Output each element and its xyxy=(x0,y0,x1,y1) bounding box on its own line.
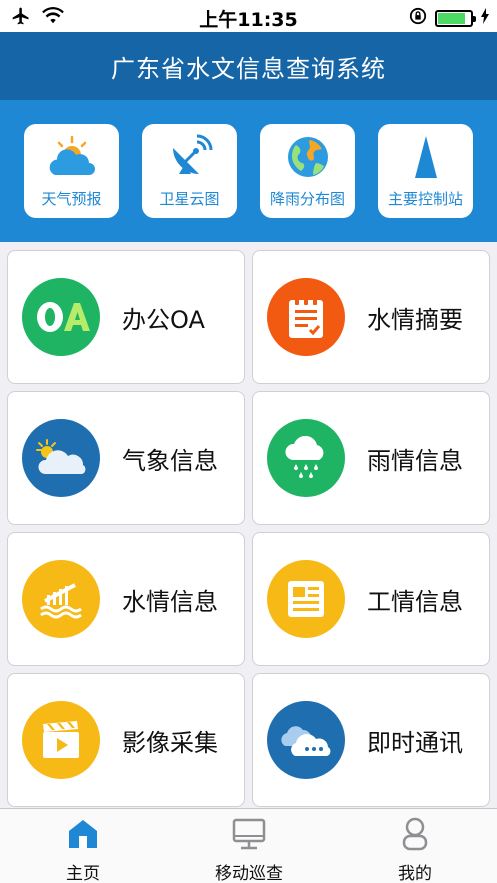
tile-water-summary[interactable]: 水情摘要 xyxy=(252,250,490,384)
page-title: 广东省水文信息查询系统 xyxy=(111,54,386,83)
tile-weather-info[interactable]: 气象信息 xyxy=(7,391,245,525)
video-clapper-icon xyxy=(22,701,100,779)
tile-label: 雨情信息 xyxy=(367,446,463,475)
quick-links-bar: 天气预报 卫星云图 降雨分布图 主要控制站 xyxy=(0,100,497,242)
tab-label: 主页 xyxy=(66,864,100,883)
triangle-marker-icon xyxy=(401,132,451,182)
tab-bar: 主页 移动巡查 我的 xyxy=(0,808,497,883)
quick-link-weather[interactable]: 天气预报 xyxy=(24,124,119,218)
oa-icon xyxy=(22,278,100,356)
quick-link-label: 主要控制站 xyxy=(387,190,463,208)
tile-label: 水情信息 xyxy=(122,587,218,616)
tile-label: 工情信息 xyxy=(367,587,463,616)
weather-sun-cloud-icon xyxy=(47,132,97,182)
quick-link-satellite[interactable]: 卫星云图 xyxy=(142,124,237,218)
tile-label: 即时通讯 xyxy=(367,728,463,757)
user-icon xyxy=(397,817,433,851)
tile-rain-info[interactable]: 雨情信息 xyxy=(252,391,490,525)
clipboard-icon xyxy=(267,278,345,356)
tile-work-info[interactable]: 工情信息 xyxy=(252,532,490,666)
tab-home[interactable]: 主页 xyxy=(0,809,166,883)
tile-label: 影像采集 xyxy=(122,728,218,757)
quick-link-control-stations[interactable]: 主要控制站 xyxy=(378,124,473,218)
function-grid: 办公OA 水情摘要 气象信息 雨情信息 水情信息 工情信息 影像采集 即时通讯 xyxy=(0,242,497,808)
rain-cloud-icon xyxy=(267,419,345,497)
tab-label: 移动巡查 xyxy=(215,864,283,883)
quick-link-label: 天气预报 xyxy=(41,190,102,208)
tab-mobile-patrol[interactable]: 移动巡查 xyxy=(166,809,332,883)
tile-water-info[interactable]: 水情信息 xyxy=(7,532,245,666)
rotation-lock-icon xyxy=(409,7,427,29)
tab-label: 我的 xyxy=(398,864,432,883)
tile-label: 办公OA xyxy=(122,305,205,334)
tile-label: 水情摘要 xyxy=(367,305,463,334)
quick-link-label: 卫星云图 xyxy=(159,190,220,208)
home-icon xyxy=(65,817,101,851)
water-level-icon xyxy=(22,560,100,638)
app-header: 广东省水文信息查询系统 xyxy=(0,32,497,100)
quick-link-label: 降雨分布图 xyxy=(269,190,345,208)
chat-cloud-icon xyxy=(267,701,345,779)
sun-cloud-icon xyxy=(22,419,100,497)
document-icon xyxy=(267,560,345,638)
charging-bolt-icon xyxy=(481,8,489,28)
globe-icon xyxy=(283,132,333,182)
satellite-dish-icon xyxy=(165,132,215,182)
status-right xyxy=(409,7,489,29)
battery-icon xyxy=(435,9,476,27)
monitor-icon xyxy=(231,817,267,851)
tile-image-capture[interactable]: 影像采集 xyxy=(7,673,245,807)
tile-office-oa[interactable]: 办公OA xyxy=(7,250,245,384)
quick-link-rainfall[interactable]: 降雨分布图 xyxy=(260,124,355,218)
tab-mine[interactable]: 我的 xyxy=(332,809,497,883)
status-bar: 上午11:35 xyxy=(0,0,497,32)
tile-instant-message[interactable]: 即时通讯 xyxy=(252,673,490,807)
tile-label: 气象信息 xyxy=(122,446,218,475)
